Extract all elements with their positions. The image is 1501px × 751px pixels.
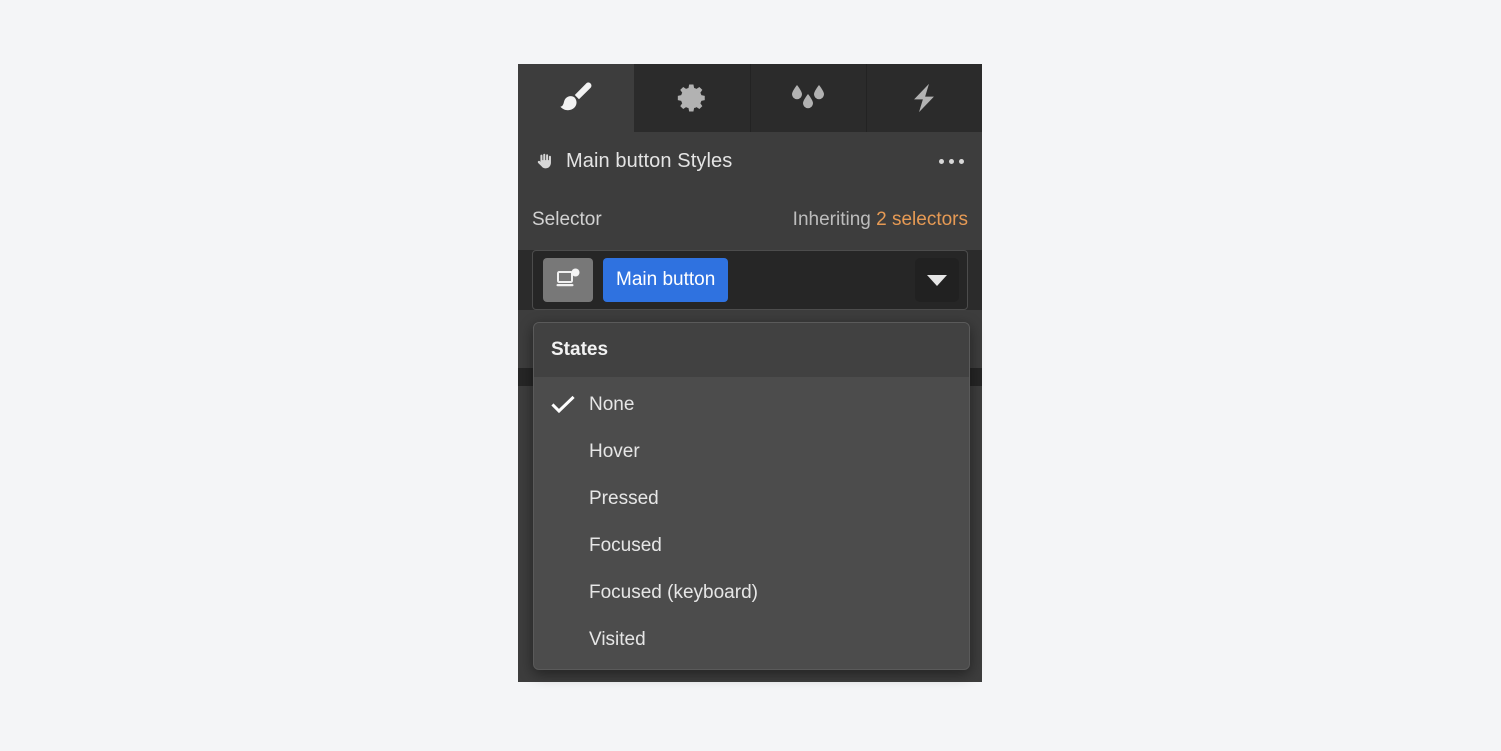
selector-label: Selector <box>532 209 602 230</box>
tab-style[interactable] <box>518 64 635 132</box>
states-dropdown-header: States <box>534 323 969 377</box>
style-panel: Main button Styles Selector Inheriting 2… <box>518 64 982 682</box>
state-label: Visited <box>589 628 646 650</box>
caret-triangle <box>927 274 947 286</box>
page-title: Main button Styles <box>566 149 733 172</box>
states-dropdown: States None Hover Pressed Focused Focuse… <box>533 322 970 670</box>
state-item-focused[interactable]: Focused <box>534 522 969 569</box>
paintbrush-icon <box>555 77 597 119</box>
hand-grab-icon <box>534 150 556 172</box>
states-header-label: States <box>551 339 609 360</box>
state-item-hover[interactable]: Hover <box>534 428 969 475</box>
state-label: Hover <box>589 440 640 462</box>
selector-header-row: Selector Inheriting 2 selectors <box>518 190 982 250</box>
state-label: Pressed <box>589 487 659 509</box>
more-dot <box>958 158 964 164</box>
state-label: Focused <box>589 534 662 556</box>
lightning-bolt-icon <box>907 80 941 116</box>
gear-icon <box>675 81 709 115</box>
droplets-icon <box>786 81 830 115</box>
inheriting-info: Inheriting 2 selectors <box>793 209 968 231</box>
state-label: None <box>589 393 635 415</box>
tab-interactions[interactable] <box>866 64 982 132</box>
inheriting-label: Inheriting <box>792 209 871 230</box>
state-item-none[interactable]: None <box>534 381 969 428</box>
state-item-pressed[interactable]: Pressed <box>534 475 969 522</box>
chevron-down-icon[interactable] <box>915 258 959 302</box>
inheriting-count-link[interactable]: 2 selectors <box>876 209 968 230</box>
selector-field[interactable]: Main button <box>532 250 968 310</box>
state-label: Focused (keyboard) <box>589 581 758 603</box>
tab-settings[interactable] <box>634 64 751 132</box>
state-item-visited[interactable]: Visited <box>534 616 969 663</box>
desktop-breakpoint-icon[interactable] <box>543 258 593 302</box>
state-item-focused-keyboard[interactable]: Focused (keyboard) <box>534 569 969 616</box>
panel-title-row: Main button Styles <box>518 132 982 190</box>
more-options-icon[interactable] <box>934 148 968 174</box>
panel-tabbar <box>518 64 982 132</box>
tab-effects[interactable] <box>750 64 867 132</box>
more-dot <box>938 158 944 164</box>
states-list: None Hover Pressed Focused Focused (keyb… <box>534 377 969 663</box>
check-icon <box>551 395 589 415</box>
selector-tag-main-button[interactable]: Main button <box>603 258 729 302</box>
more-dot <box>948 158 954 164</box>
